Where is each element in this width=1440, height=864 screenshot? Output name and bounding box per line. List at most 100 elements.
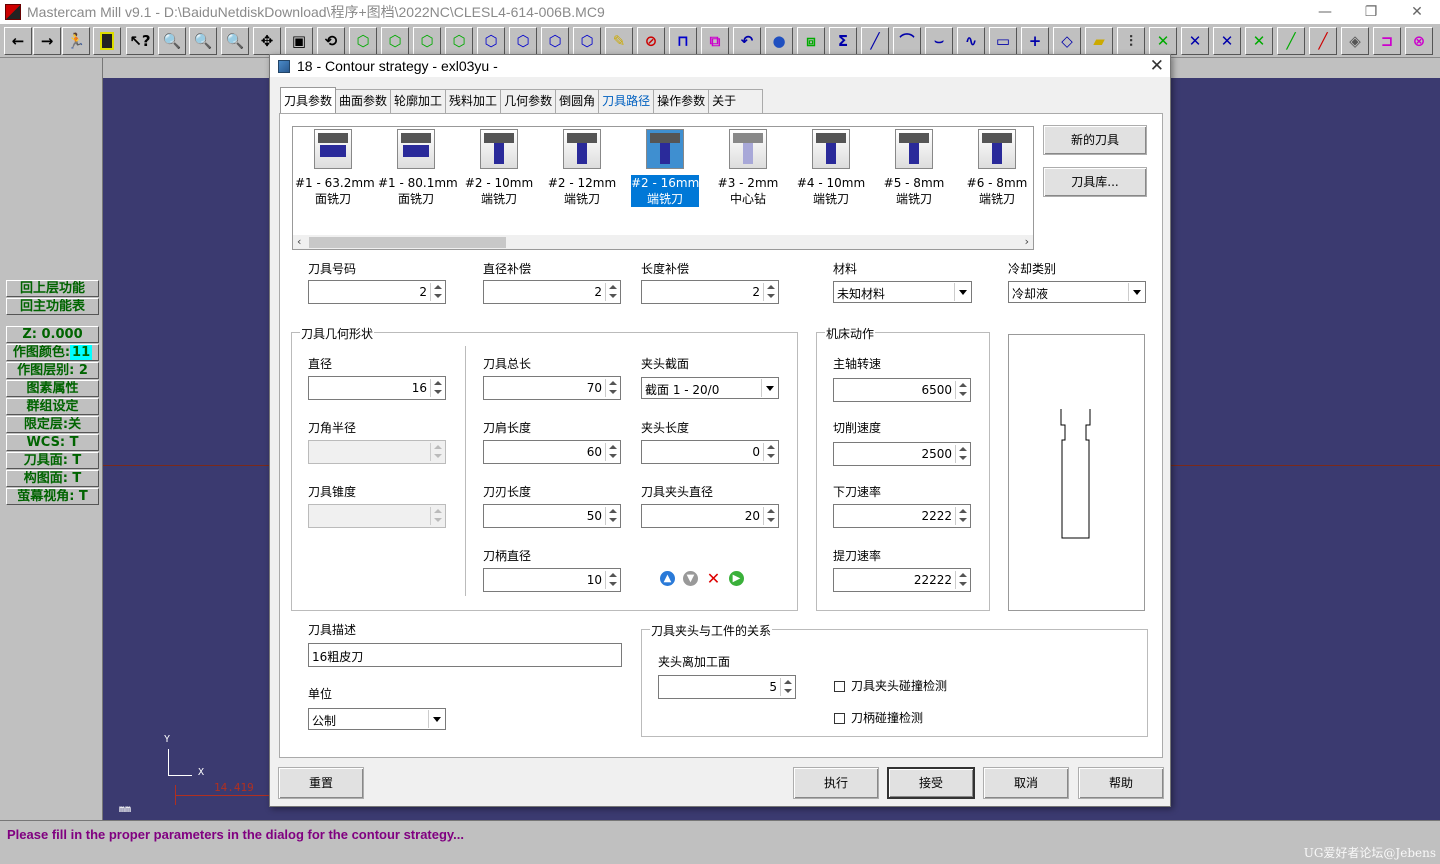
- tool-number-input[interactable]: 2: [308, 280, 446, 304]
- menu-main[interactable]: 回主功能表: [6, 298, 99, 315]
- tab-geometry[interactable]: 几何参数: [500, 89, 557, 113]
- forward-arrow-icon[interactable]: →: [33, 27, 61, 55]
- spinner-icon[interactable]: [430, 283, 444, 301]
- trim-3-icon[interactable]: ✕: [1213, 27, 1241, 55]
- chevron-down-icon[interactable]: [428, 710, 444, 728]
- fillet-icon[interactable]: ⌣: [925, 27, 953, 55]
- spindle-input[interactable]: 6500: [833, 378, 971, 402]
- cancel-button[interactable]: 取消: [983, 767, 1069, 799]
- tab-about[interactable]: 关于: [708, 89, 764, 113]
- z-depth[interactable]: Z: 0.000: [6, 326, 99, 343]
- overall-length-input[interactable]: 70: [483, 376, 621, 400]
- group-setting[interactable]: 群组设定: [6, 398, 99, 415]
- reset-button[interactable]: 重置: [278, 767, 364, 799]
- tool-list[interactable]: #1 - 63.2mm 面铣刀 #1 - 80.1mm 面铣刀 #2 - 10mm 端…: [292, 126, 1034, 250]
- arrow-up-icon[interactable]: ▲: [660, 571, 675, 586]
- len-offset-input[interactable]: 2: [641, 280, 779, 304]
- tool-item-selected[interactable]: #2 - 16mm 端铣刀: [627, 129, 703, 209]
- level-setting[interactable]: 作图层别: 2: [6, 362, 99, 379]
- point-icon[interactable]: +: [1021, 27, 1049, 55]
- scroll-left-icon[interactable]: ‹: [297, 235, 301, 249]
- cube-blue-1-icon[interactable]: ⬡: [477, 27, 505, 55]
- tool-item[interactable]: #2 - 12mm 端铣刀: [544, 129, 620, 209]
- solid-box-icon[interactable]: ▰: [1085, 27, 1113, 55]
- mirror-icon[interactable]: ◈: [1341, 27, 1369, 55]
- spinner-icon[interactable]: [955, 507, 969, 525]
- wcs-setting[interactable]: WCS: T: [6, 434, 99, 451]
- diameter-input[interactable]: 16: [308, 376, 446, 400]
- spinner-icon[interactable]: [955, 571, 969, 589]
- arrow-down-icon[interactable]: ▼: [683, 571, 698, 586]
- toolplane-setting[interactable]: 刀具面: T: [6, 452, 99, 469]
- spinner-icon[interactable]: [605, 507, 619, 525]
- shoulder-length-input[interactable]: 60: [483, 440, 621, 464]
- attributes-setting[interactable]: 图素属性: [6, 380, 99, 397]
- tool-item[interactable]: #5 - 8mm 端铣刀: [876, 129, 952, 209]
- rectangle-icon[interactable]: ▭: [989, 27, 1017, 55]
- chevron-down-icon[interactable]: [1128, 283, 1144, 301]
- tool-item[interactable]: #3 - 2mm 中心钻: [710, 129, 786, 209]
- sphere-icon[interactable]: ●: [765, 27, 793, 55]
- undo-icon[interactable]: ↶: [733, 27, 761, 55]
- spinner-icon[interactable]: [605, 283, 619, 301]
- holder-collision-checkbox[interactable]: [834, 681, 845, 692]
- cube-iso-icon[interactable]: ⬡: [445, 27, 473, 55]
- tab-toolpath[interactable]: 刀具路径: [598, 89, 655, 113]
- holder-diameter-input[interactable]: 20: [641, 504, 779, 528]
- plunge-input[interactable]: 2222: [833, 504, 971, 528]
- tool-item[interactable]: #1 - 80.1mm 面铣刀: [378, 129, 458, 209]
- tool-item[interactable]: #1 - 63.2mm 面铣刀: [295, 129, 375, 209]
- chevron-down-icon[interactable]: [954, 283, 970, 301]
- execute-button[interactable]: 执行: [793, 767, 879, 799]
- tool-library-button[interactable]: 刀具库...: [1043, 167, 1147, 197]
- cube-side-icon[interactable]: ⬡: [413, 27, 441, 55]
- spinner-icon[interactable]: [605, 379, 619, 397]
- calculator-icon[interactable]: [93, 27, 121, 55]
- spinner-icon[interactable]: [763, 283, 777, 301]
- mask-setting[interactable]: 限定层:关: [6, 416, 99, 433]
- shank-collision-checkbox[interactable]: [834, 713, 845, 724]
- corner-radius-input[interactable]: [308, 440, 446, 464]
- coolant-select[interactable]: 冷却液: [1008, 281, 1146, 303]
- sigma-icon[interactable]: Σ: [829, 27, 857, 55]
- spinner-icon[interactable]: [763, 443, 777, 461]
- analyze-icon[interactable]: ↖?: [126, 27, 154, 55]
- no-entry-icon[interactable]: ⊘: [637, 27, 665, 55]
- join-icon[interactable]: ⊐: [1373, 27, 1401, 55]
- pan-icon[interactable]: ✥: [253, 27, 281, 55]
- minimize-button[interactable]: —: [1302, 0, 1348, 24]
- tool-list-scrollbar[interactable]: ‹ ›: [293, 235, 1033, 249]
- spinner-icon[interactable]: [430, 443, 444, 461]
- cube-blue-2-icon[interactable]: ⬡: [509, 27, 537, 55]
- spinner-icon[interactable]: [763, 507, 777, 525]
- group-icon[interactable]: ⧉: [701, 27, 729, 55]
- delete-icon[interactable]: ⊗: [1405, 27, 1433, 55]
- zoom-window-icon[interactable]: 🔍: [189, 27, 217, 55]
- scroll-right-icon[interactable]: ›: [1025, 235, 1029, 249]
- tool-item[interactable]: #6 - 8mm 端铣刀: [959, 129, 1035, 209]
- shank-diameter-input[interactable]: 10: [483, 568, 621, 592]
- cube-top-icon[interactable]: ⬡: [349, 27, 377, 55]
- accept-button[interactable]: 接受: [887, 767, 975, 799]
- taper-input[interactable]: [308, 504, 446, 528]
- units-select[interactable]: 公制: [308, 708, 446, 730]
- rotate-view-icon[interactable]: ⟲: [317, 27, 345, 55]
- back-arrow-icon[interactable]: ←: [4, 27, 32, 55]
- running-man-icon[interactable]: 🏃: [62, 27, 90, 55]
- spline-icon[interactable]: ∿: [957, 27, 985, 55]
- new-tool-button[interactable]: 新的刀具: [1043, 125, 1147, 155]
- feed-input[interactable]: 2500: [833, 442, 971, 466]
- trim-1-icon[interactable]: ✕: [1149, 27, 1177, 55]
- zoom-fit-icon[interactable]: 🔍: [221, 27, 249, 55]
- holder-length-input[interactable]: 0: [641, 440, 779, 464]
- drill-icon[interactable]: ⫶: [1117, 27, 1145, 55]
- spinner-icon[interactable]: [430, 379, 444, 397]
- zoom-icon[interactable]: 🔍: [158, 27, 186, 55]
- spinner-icon[interactable]: [780, 678, 794, 696]
- tab-fillet[interactable]: 倒圆角: [555, 89, 600, 113]
- help-button[interactable]: 帮助: [1078, 767, 1164, 799]
- tab-surface-params[interactable]: 曲面参数: [335, 89, 392, 113]
- cplane-setting[interactable]: 构图面: T: [6, 470, 99, 487]
- chevron-down-icon[interactable]: [761, 379, 777, 397]
- cube-blue-3-icon[interactable]: ⬡: [541, 27, 569, 55]
